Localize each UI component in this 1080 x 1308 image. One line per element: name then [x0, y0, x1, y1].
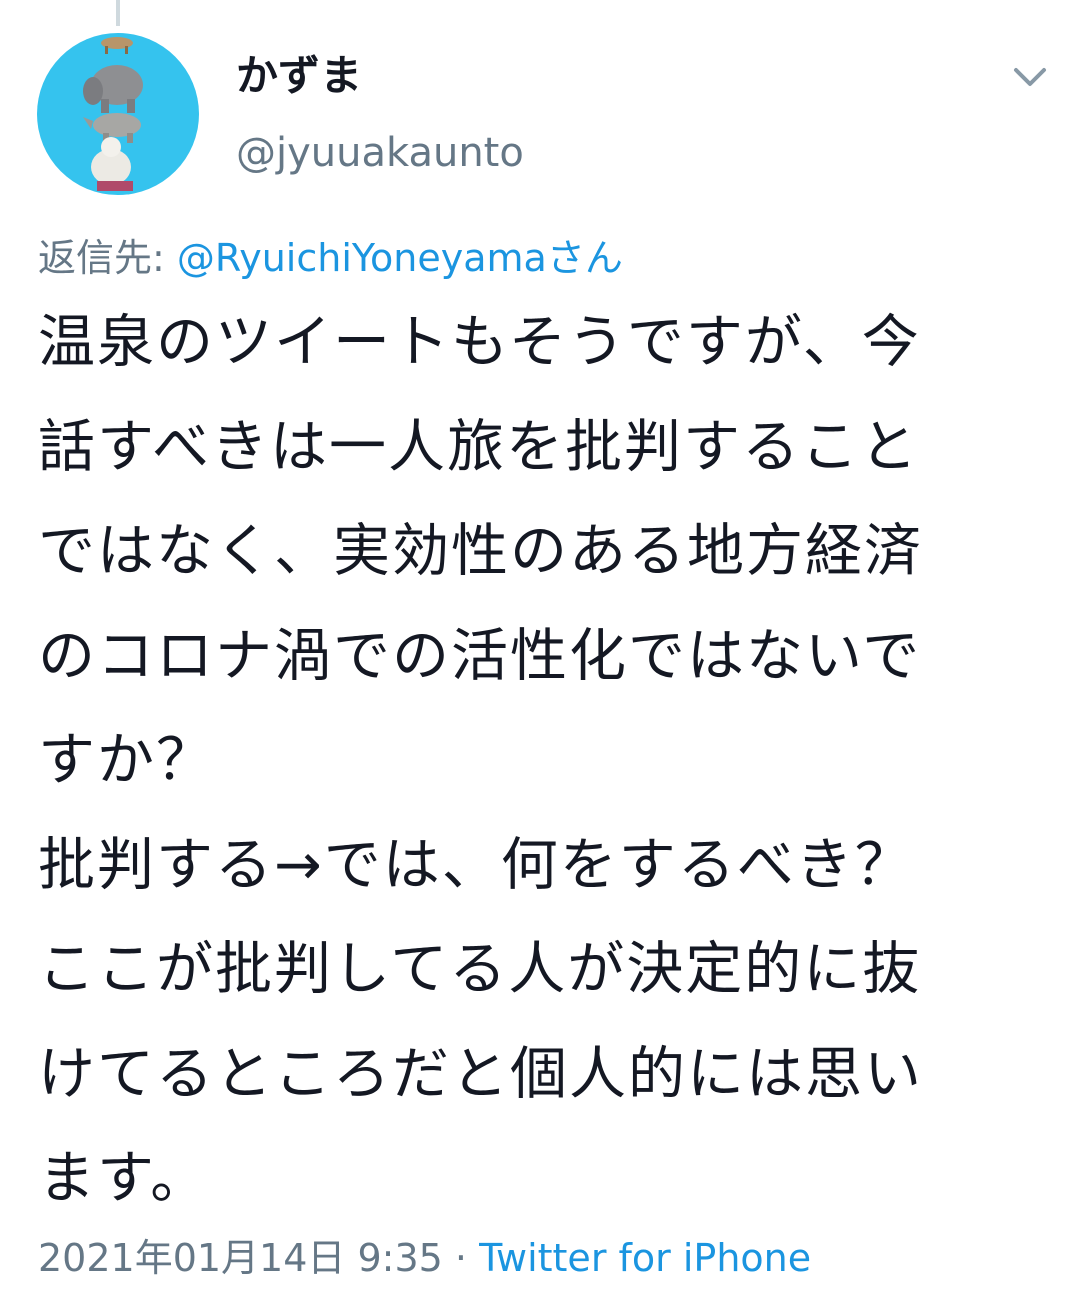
tweet-text-line: すか？ [38, 727, 215, 793]
tweet-text: 温泉のツイートもそうですが、今 話すべきは一人旅を批判すること ではなく、実効性… [38, 290, 1048, 1231]
meta-separator: · [442, 1236, 480, 1280]
tweet-text-line: ます。 [38, 1145, 210, 1211]
tweet-timestamp[interactable]: 2021年01月14日 9:35 [38, 1236, 443, 1280]
tweet-text-line: ではなく、実効性のある地方経済 [38, 518, 923, 584]
tweet-meta: 2021年01月14日 9:35 · Twitter for iPhone [38, 1228, 811, 1288]
reply-mention-link[interactable]: @RyuichiYoneyamaさん [177, 236, 623, 280]
reply-to-label: 返信先: [38, 236, 177, 280]
user-handle[interactable]: @jyuuakaunto [236, 125, 524, 181]
thread-connector-line [116, 0, 120, 26]
avatar[interactable] [37, 33, 199, 195]
animal-stack-avatar-icon [83, 37, 143, 191]
tweet-source-link[interactable]: Twitter for iPhone [479, 1236, 811, 1280]
tweet-text-line: 話すべきは一人旅を批判すること [38, 413, 920, 480]
tweet-text-line: 温泉のツイートもそうですが、今 [38, 309, 921, 375]
reply-to-line: 返信先: @RyuichiYoneyamaさん [38, 228, 623, 288]
tweet-text-line: 批判する→では、何をするべき？ [38, 831, 914, 898]
tweet-text-line: けてるところだと個人的には思い [38, 1040, 923, 1107]
tweet-text-line: のコロナ渦での活性化ではないで [38, 622, 922, 689]
display-name[interactable]: かずま [236, 46, 362, 106]
chevron-down-icon[interactable] [1008, 58, 1052, 98]
tweet-text-line: ここが批判してる人が決定的に抜 [38, 936, 922, 1002]
